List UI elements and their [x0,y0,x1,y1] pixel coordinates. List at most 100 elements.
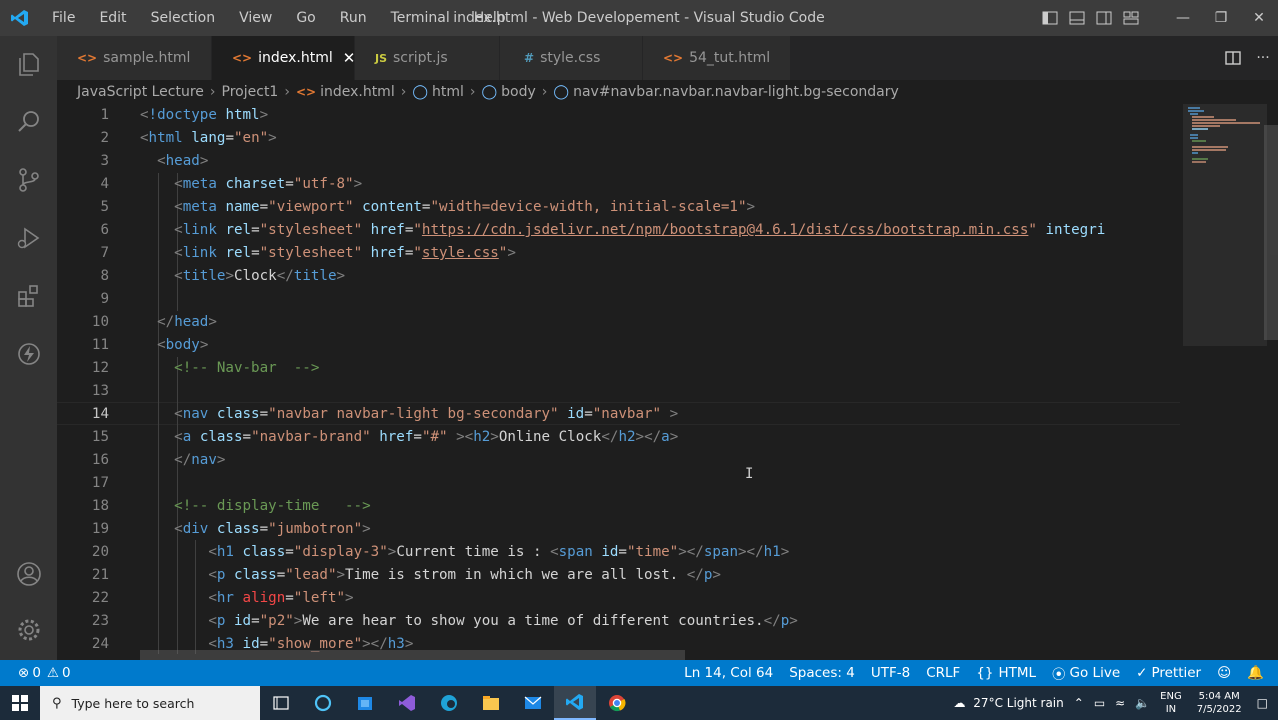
line-number: 20 [91,544,109,560]
menu-go[interactable]: Go [284,0,327,36]
edge-browser-icon[interactable] [428,686,470,720]
toggle-sidebar-icon[interactable] [1036,0,1063,36]
notification-center-icon[interactable]: □ [1252,696,1278,710]
explorer-icon[interactable] [0,36,57,92]
vscode-taskbar-icon[interactable] [554,686,596,720]
close-window-icon[interactable]: ✕ [1240,0,1278,36]
line-number: 23 [91,613,109,629]
js-icon: JS [375,51,388,65]
cortana-icon[interactable] [302,686,344,720]
line-number: 12 [91,360,109,376]
split-editor-icon[interactable] [1218,50,1248,66]
battery-icon[interactable]: ▭ [1089,696,1110,710]
breadcrumb-item[interactable]: JavaScript Lecture [77,84,204,100]
breadcrumb-item[interactable]: nav#navbar.navbar.navbar-light.bg-second… [573,84,899,100]
toggle-secondary-sidebar-icon[interactable] [1090,0,1117,36]
menu-edit[interactable]: Edit [87,0,138,36]
go-live-button[interactable]: ⦿ Go Live [1044,663,1128,683]
indentation[interactable]: Spaces: 4 [781,665,863,681]
tab-label: style.css [540,50,601,66]
code-line: 1 <!doctype html> [57,104,1180,127]
feedback-icon[interactable]: ☺ [1209,665,1239,681]
customize-layout-icon[interactable] [1117,0,1144,36]
notifications-bell-icon[interactable]: 🔔 [1239,665,1272,681]
tab-54-tut-html[interactable]: <> 54_tut.html [643,36,791,80]
store-icon[interactable] [344,686,386,720]
menu-file[interactable]: File [40,0,87,36]
problems-indicator[interactable]: ⊗ 0 ⚠ 0 [0,665,79,681]
weather-text: 27°C Light rain [973,696,1064,710]
weather-widget[interactable]: ☁ 27°C Light rain [948,696,1068,710]
language-mode[interactable]: {} HTML [968,665,1044,681]
tab-style-css[interactable]: # style.css [500,36,643,80]
show-hidden-icons-icon[interactable]: ⌃ [1069,696,1089,710]
end-of-line[interactable]: CRLF [918,665,968,681]
chevron-right-icon: › [400,84,407,100]
extensions-icon[interactable] [0,268,57,324]
tab-label: index.html [258,50,333,66]
html-icon: <> [295,85,317,99]
line-number: 4 [100,176,109,192]
tab-label: 54_tut.html [689,50,771,66]
tab-sample-html[interactable]: <> sample.html [57,36,212,80]
tab-index-html[interactable]: <> index.html ✕ [212,36,355,80]
code-line: 6 <link rel="stylesheet" href="https://c… [57,219,1180,242]
prettier-button[interactable]: ✓ Prettier [1128,665,1209,681]
visual-studio-icon[interactable] [386,686,428,720]
source-control-icon[interactable] [0,152,57,208]
menu-view[interactable]: View [227,0,284,36]
line-number: 6 [100,222,109,238]
mail-icon[interactable] [512,686,554,720]
wifi-icon[interactable]: ≈ [1110,696,1130,710]
line-number: 5 [100,199,109,215]
minimize-icon[interactable]: — [1164,0,1202,36]
breadcrumb-item[interactable]: Project1 [222,84,279,100]
line-number: 2 [100,130,109,146]
code-editor[interactable]: 1 <!doctype html> 2 <html lang="en"> 3 <he… [57,104,1180,660]
chevron-right-icon: › [469,84,476,100]
breadcrumb-item[interactable]: index.html [320,84,395,100]
language-indicator[interactable]: ENG IN [1155,690,1187,716]
breadcrumb-item[interactable]: html [432,84,464,100]
vertical-scrollbar[interactable] [1264,125,1278,340]
encoding[interactable]: UTF-8 [863,665,918,681]
line-number: 7 [100,245,109,261]
task-view-icon[interactable] [260,686,302,720]
line-number: 10 [91,314,109,330]
menu-selection[interactable]: Selection [139,0,228,36]
windows-start-icon[interactable] [0,686,40,720]
volume-icon[interactable]: 🔈 [1130,696,1155,710]
menu-help[interactable]: Help [462,0,518,36]
prettier-label: Prettier [1151,665,1202,681]
breadcrumb-item[interactable]: body [501,84,536,100]
braces-icon: {} [976,665,994,681]
settings-gear-icon[interactable] [0,602,57,658]
line-number: 19 [91,521,109,537]
title-bar: File Edit Selection View Go Run Terminal… [0,0,1278,36]
warning-count: 0 [62,665,71,681]
line-number: 22 [91,590,109,606]
search-icon: ⚲ [52,695,62,711]
menu-run[interactable]: Run [328,0,379,36]
cursor-position[interactable]: Ln 14, Col 64 [676,665,781,681]
maximize-icon[interactable]: ❐ [1202,0,1240,36]
cloud-rain-icon: ☁ [953,696,966,710]
tab-script-js[interactable]: JS script.js [355,36,500,80]
toggle-panel-icon[interactable] [1063,0,1090,36]
more-actions-icon[interactable]: ··· [1248,50,1278,66]
file-explorer-icon[interactable] [470,686,512,720]
clock-time: 5:04 AM [1198,691,1240,702]
run-debug-icon[interactable] [0,210,57,266]
remote-explorer-icon[interactable] [0,326,57,382]
close-icon[interactable]: ✕ [343,49,356,67]
clock[interactable]: 5:04 AM 7/5/2022 [1187,690,1252,716]
horizontal-scrollbar[interactable] [140,650,685,660]
menu-terminal[interactable]: Terminal [379,0,462,36]
code-line: 20 <h1 class="display-3">Current time is… [57,541,1180,564]
chrome-icon[interactable] [596,686,638,720]
css-icon: # [524,51,535,65]
check-double-icon: ✓ [1136,665,1148,681]
account-icon[interactable] [0,546,57,602]
search-icon[interactable] [0,94,57,150]
taskbar-search-box[interactable]: ⚲ Type here to search [40,686,260,720]
